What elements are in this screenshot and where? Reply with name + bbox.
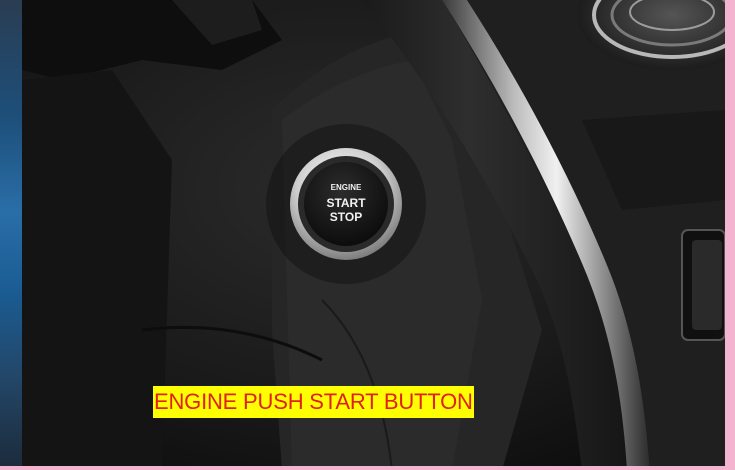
button-text-engine: ENGINE: [331, 183, 362, 192]
bottom-pink-border: [0, 466, 735, 470]
button-text-stop: STOP: [330, 210, 362, 224]
engine-start-stop-button: ENGINE START STOP: [266, 124, 426, 284]
image-caption: ENGINE PUSH START BUTTON: [153, 386, 474, 418]
button-text-start: START: [326, 196, 366, 210]
slide: ENGINE START STOP ENGINE PUSH START BUTT…: [0, 0, 735, 470]
left-background-strip: [0, 0, 22, 470]
right-pink-border: [725, 0, 735, 470]
